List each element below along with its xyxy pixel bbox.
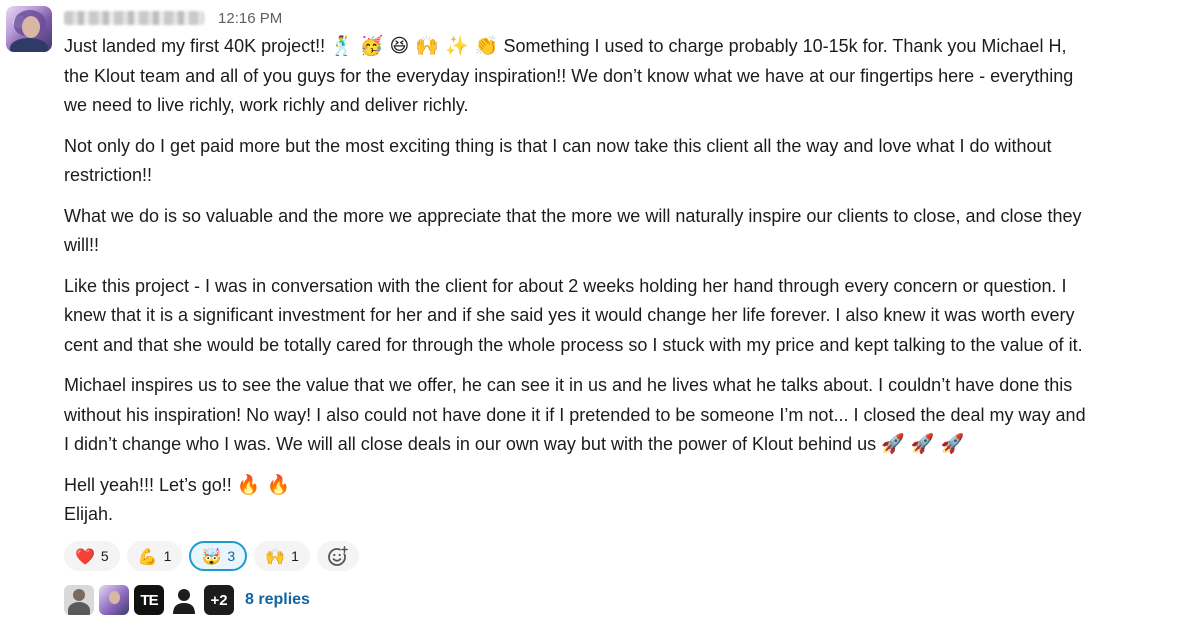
add-emoji-icon [327, 545, 349, 566]
message-timestamp[interactable]: 12:16 PM [218, 10, 282, 27]
p3-line1: What we do is so valuable and the more w… [64, 205, 1082, 226]
celebration-emojis: 🕺 🥳 😆 🙌 ✨ 👏 [330, 35, 499, 57]
message-paragraph-5: Michael inspires us to see the value tha… [64, 371, 1198, 460]
reactions-bar: ❤️ 5 💪 1 🤯 3 🙌 1 [64, 541, 359, 571]
reaction-count: 3 [227, 548, 236, 564]
flexed-biceps-icon: 💪 [137, 546, 158, 566]
p6-text: Hell yeah!!! Let’s go!! [64, 474, 232, 495]
user-silhouette-icon [173, 589, 195, 614]
fire-emojis: 🔥 🔥 [236, 473, 291, 496]
avatar-head [73, 589, 85, 601]
reaction-flexed-biceps[interactable]: 💪 1 [126, 541, 183, 571]
reaction-raised-hands[interactable]: 🙌 1 [254, 541, 310, 571]
reply-avatar-placeholder[interactable] [169, 585, 199, 615]
message-paragraph-1: Just landed my first 40K project!! 🕺 🥳 😆… [64, 32, 1198, 121]
p3-line2: will!! [64, 235, 99, 255]
reply-avatar[interactable] [64, 585, 94, 615]
p1-line2: the Klout team and all of you guys for t… [64, 65, 1074, 86]
p5-line2: without his inspiration! No way! I also … [64, 404, 1086, 425]
avatar-head [109, 591, 120, 604]
avatar-body [68, 602, 90, 615]
reaction-count: 5 [100, 548, 109, 564]
reaction-count: 1 [291, 548, 299, 564]
p4-line3: cent and that she would be totally cared… [64, 334, 1083, 355]
message-header: 12:16 PM [64, 7, 282, 29]
rocket-emojis: 🚀 🚀 🚀 [881, 433, 965, 455]
p5-line1: Michael inspires us to see the value tha… [64, 375, 1073, 395]
reply-avatar-initials[interactable]: TE [134, 585, 164, 615]
replies-link[interactable]: 8 replies [245, 591, 310, 609]
p2-line1: Not only do I get paid more but the most… [64, 135, 1052, 156]
p4-line1: Like this project - I was in conversatio… [64, 275, 1067, 296]
reply-avatar[interactable] [99, 585, 129, 615]
reaction-count: 1 [163, 548, 172, 564]
add-reaction-button[interactable] [316, 541, 359, 571]
p5-line3: I didn’t change who I was. We will all c… [64, 434, 877, 454]
message-paragraph-6: Hell yeah!!! Let’s go!! 🔥 🔥 Elijah. [64, 471, 1198, 530]
more-repliers-count[interactable]: +2 [204, 585, 234, 615]
message-body: Just landed my first 40K project!! 🕺 🥳 😆… [64, 32, 1198, 530]
p1-rest: Something I used to charge probably 10-1… [503, 36, 1067, 56]
message-paragraph-4: Like this project - I was in conversatio… [64, 272, 1198, 361]
message-paragraph-3: What we do is so valuable and the more w… [64, 202, 1198, 261]
heart-icon: ❤️ [75, 546, 95, 566]
avatar-face [22, 16, 40, 38]
p1-text: Just landed my first 40K project!! [64, 36, 326, 56]
mind-blown-icon: 🤯 [201, 546, 222, 566]
sender-avatar[interactable] [6, 6, 52, 52]
p1-line3: we need to live richly, work richly and … [64, 95, 469, 115]
signature: Elijah. [64, 504, 114, 524]
message-paragraph-2: Not only do I get paid more but the most… [64, 132, 1198, 191]
sender-name-blurred[interactable] [64, 11, 204, 25]
reaction-mind-blown[interactable]: 🤯 3 [189, 541, 248, 571]
avatar-shirt [10, 38, 48, 52]
p4-line2: knew that it is a significant investment… [64, 305, 1075, 325]
p2-line2: restriction!! [64, 165, 153, 185]
raised-hands-icon: 🙌 [265, 546, 286, 566]
reaction-heart[interactable]: ❤️ 5 [64, 541, 120, 571]
thread-summary[interactable]: TE +2 8 replies [64, 585, 310, 615]
